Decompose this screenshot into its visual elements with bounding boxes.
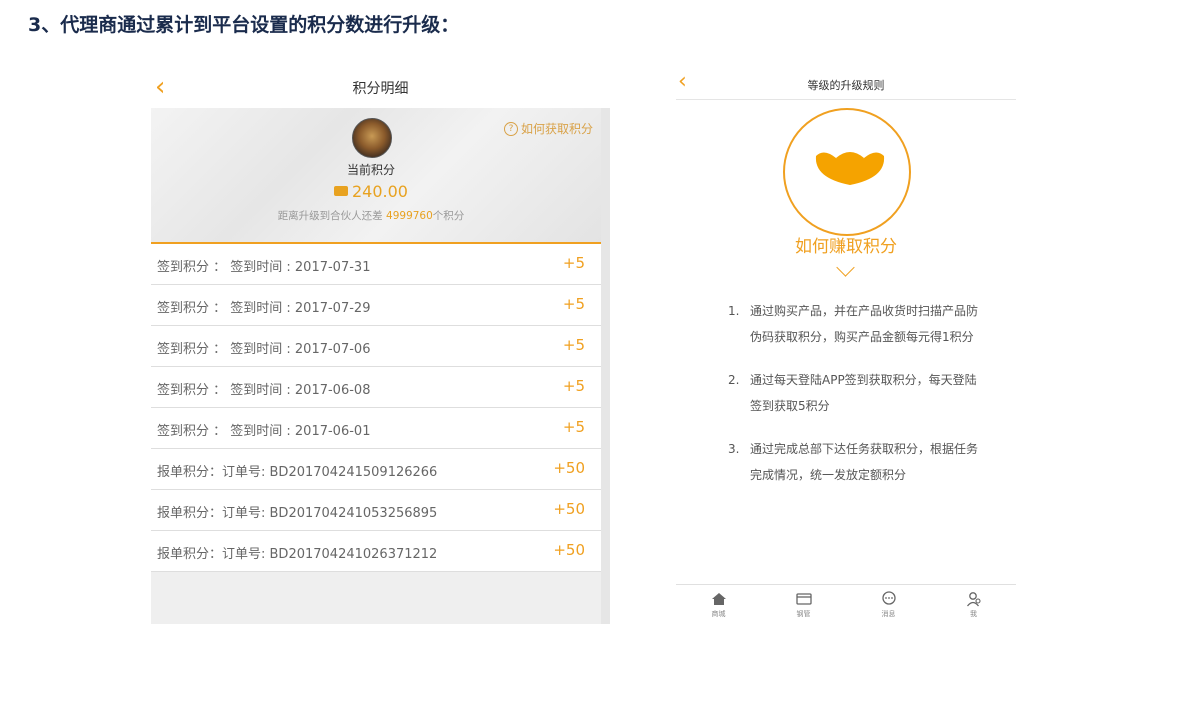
rule-number: 2. xyxy=(728,373,740,387)
avatar[interactable] xyxy=(352,118,392,158)
record-points: +50 xyxy=(553,500,585,518)
upgrade-prefix: 距离升级到合伙人还差 xyxy=(277,210,383,222)
upgrade-rules-screen: ‹ 等级的升级规则 如何赚取积分 1. 通过购买产品，并在产品收货时扫描产品防伪码… xyxy=(676,68,1016,624)
record-points: +5 xyxy=(562,295,585,313)
list-item: 签到积分 ： 签到时间 : 2017-07-06 +5 xyxy=(151,326,601,367)
tab-card[interactable]: 钢管 xyxy=(761,585,846,625)
record-points: +5 xyxy=(562,377,585,395)
nav-title: 积分明细 xyxy=(352,81,409,97)
current-points-value: 240.00 xyxy=(151,182,591,201)
record-points: +50 xyxy=(553,459,585,477)
record-points: +50 xyxy=(553,541,585,559)
list-item: 报单积分：订单号: BD201704241026371212 +50 xyxy=(151,531,601,572)
rule-number: 3. xyxy=(728,442,740,456)
record-label: 签到积分 ： 签到时间 : 2017-06-01 xyxy=(157,424,371,439)
tab-label: 我 xyxy=(970,610,977,618)
list-item: 报单积分：订单号: BD201704241509126266 +50 xyxy=(151,449,601,490)
list-item: 签到积分 ： 签到时间 : 2017-07-31 +5 xyxy=(151,244,601,285)
tab-label: 商城 xyxy=(711,610,726,618)
points-detail-screen: ‹ 积分明细 ? 如何获取积分 当前积分 240.00 距离升级到合伙人还差 4… xyxy=(151,68,610,624)
record-label: 签到积分 ： 签到时间 : 2017-07-31 xyxy=(157,260,371,275)
chevron-down-icon xyxy=(836,258,855,277)
points-records-list: 签到积分 ： 签到时间 : 2017-07-31 +5 签到积分 ： 签到时间 : … xyxy=(151,244,601,572)
tab-chat[interactable]: 消息 xyxy=(846,585,931,625)
rules-list: 1. 通过购买产品，并在产品收货时扫描产品防伪码获取积分，购买产品金额每元得1积分… xyxy=(728,298,978,505)
rule-item: 3. 通过完成总部下达任务获取积分，根据任务完成情况，统一发放定额积分 xyxy=(728,436,978,488)
record-label: 报单积分：订单号: BD201704241053256895 xyxy=(157,506,438,521)
list-item: 签到积分 ： 签到时间 : 2017-06-01 +5 xyxy=(151,408,601,449)
nav-bar: ‹ 积分明细 xyxy=(151,68,610,108)
earn-points-title: 如何赚取积分 xyxy=(795,237,897,257)
upgrade-points: 4999760 xyxy=(386,210,433,222)
tab-label: 消息 xyxy=(881,610,896,618)
rule-text: 通过每天登陆APP签到获取积分，每天登陆签到获取5积分 xyxy=(750,373,977,413)
tab-label: 钢管 xyxy=(796,610,811,618)
scrollbar[interactable] xyxy=(601,108,610,624)
rule-item: 2. 通过每天登陆APP签到获取积分，每天登陆签到获取5积分 xyxy=(728,367,978,419)
record-label: 签到积分 ： 签到时间 : 2017-07-06 xyxy=(157,342,371,357)
list-item: 签到积分 ： 签到时间 : 2017-07-29 +5 xyxy=(151,285,601,326)
rule-text: 通过完成总部下达任务获取积分，根据任务完成情况，统一发放定额积分 xyxy=(750,442,979,482)
current-points-label: 当前积分 xyxy=(346,163,395,177)
card-icon xyxy=(761,591,846,607)
question-icon: ? xyxy=(503,121,518,136)
nav-bar: ‹ 等级的升级规则 xyxy=(676,68,1016,100)
user-icon xyxy=(931,591,1016,607)
upgrade-suffix: 个积分 xyxy=(432,210,465,222)
tab-home[interactable]: 商城 xyxy=(676,585,761,625)
rule-number: 1. xyxy=(728,304,740,318)
record-points: +5 xyxy=(562,418,585,436)
nav-title: 等级的升级规则 xyxy=(807,79,885,92)
list-item: 签到积分 ： 签到时间 : 2017-06-08 +5 xyxy=(151,367,601,408)
record-points: +5 xyxy=(562,336,585,354)
record-label: 报单积分：订单号: BD201704241509126266 xyxy=(157,465,438,480)
points-summary: ? 如何获取积分 当前积分 240.00 距离升级到合伙人还差 4999760个… xyxy=(151,108,601,244)
upgrade-remaining: 距离升级到合伙人还差 4999760个积分 xyxy=(151,208,591,223)
home-icon xyxy=(676,591,761,607)
record-label: 签到积分 ： 签到时间 : 2017-07-29 xyxy=(157,301,371,316)
current-points-number: 240.00 xyxy=(352,182,408,201)
help-link-label: 如何获取积分 xyxy=(520,122,593,136)
help-link[interactable]: ? 如何获取积分 xyxy=(503,120,593,137)
rule-text: 通过购买产品，并在产品收货时扫描产品防伪码获取积分，购买产品金额每元得1积分 xyxy=(750,304,979,344)
coin-icon xyxy=(334,186,348,196)
rule-item: 1. 通过购买产品，并在产品收货时扫描产品防伪码获取积分，购买产品金额每元得1积分 xyxy=(728,298,978,350)
tab-bar: 商城 钢管 消息 我 xyxy=(676,584,1016,625)
gold-ingot-icon xyxy=(815,152,885,185)
record-label: 报单积分：订单号: BD201704241026371212 xyxy=(157,547,438,562)
list-item: 报单积分：订单号: BD201704241053256895 +50 xyxy=(151,490,601,531)
page-heading: 3、代理商通过累计到平台设置的积分数进行升级： xyxy=(28,14,460,36)
chat-icon xyxy=(846,591,931,607)
tab-user[interactable]: 我 xyxy=(931,585,1016,625)
record-points: +5 xyxy=(562,254,585,272)
record-label: 签到积分 ： 签到时间 : 2017-06-08 xyxy=(157,383,371,398)
